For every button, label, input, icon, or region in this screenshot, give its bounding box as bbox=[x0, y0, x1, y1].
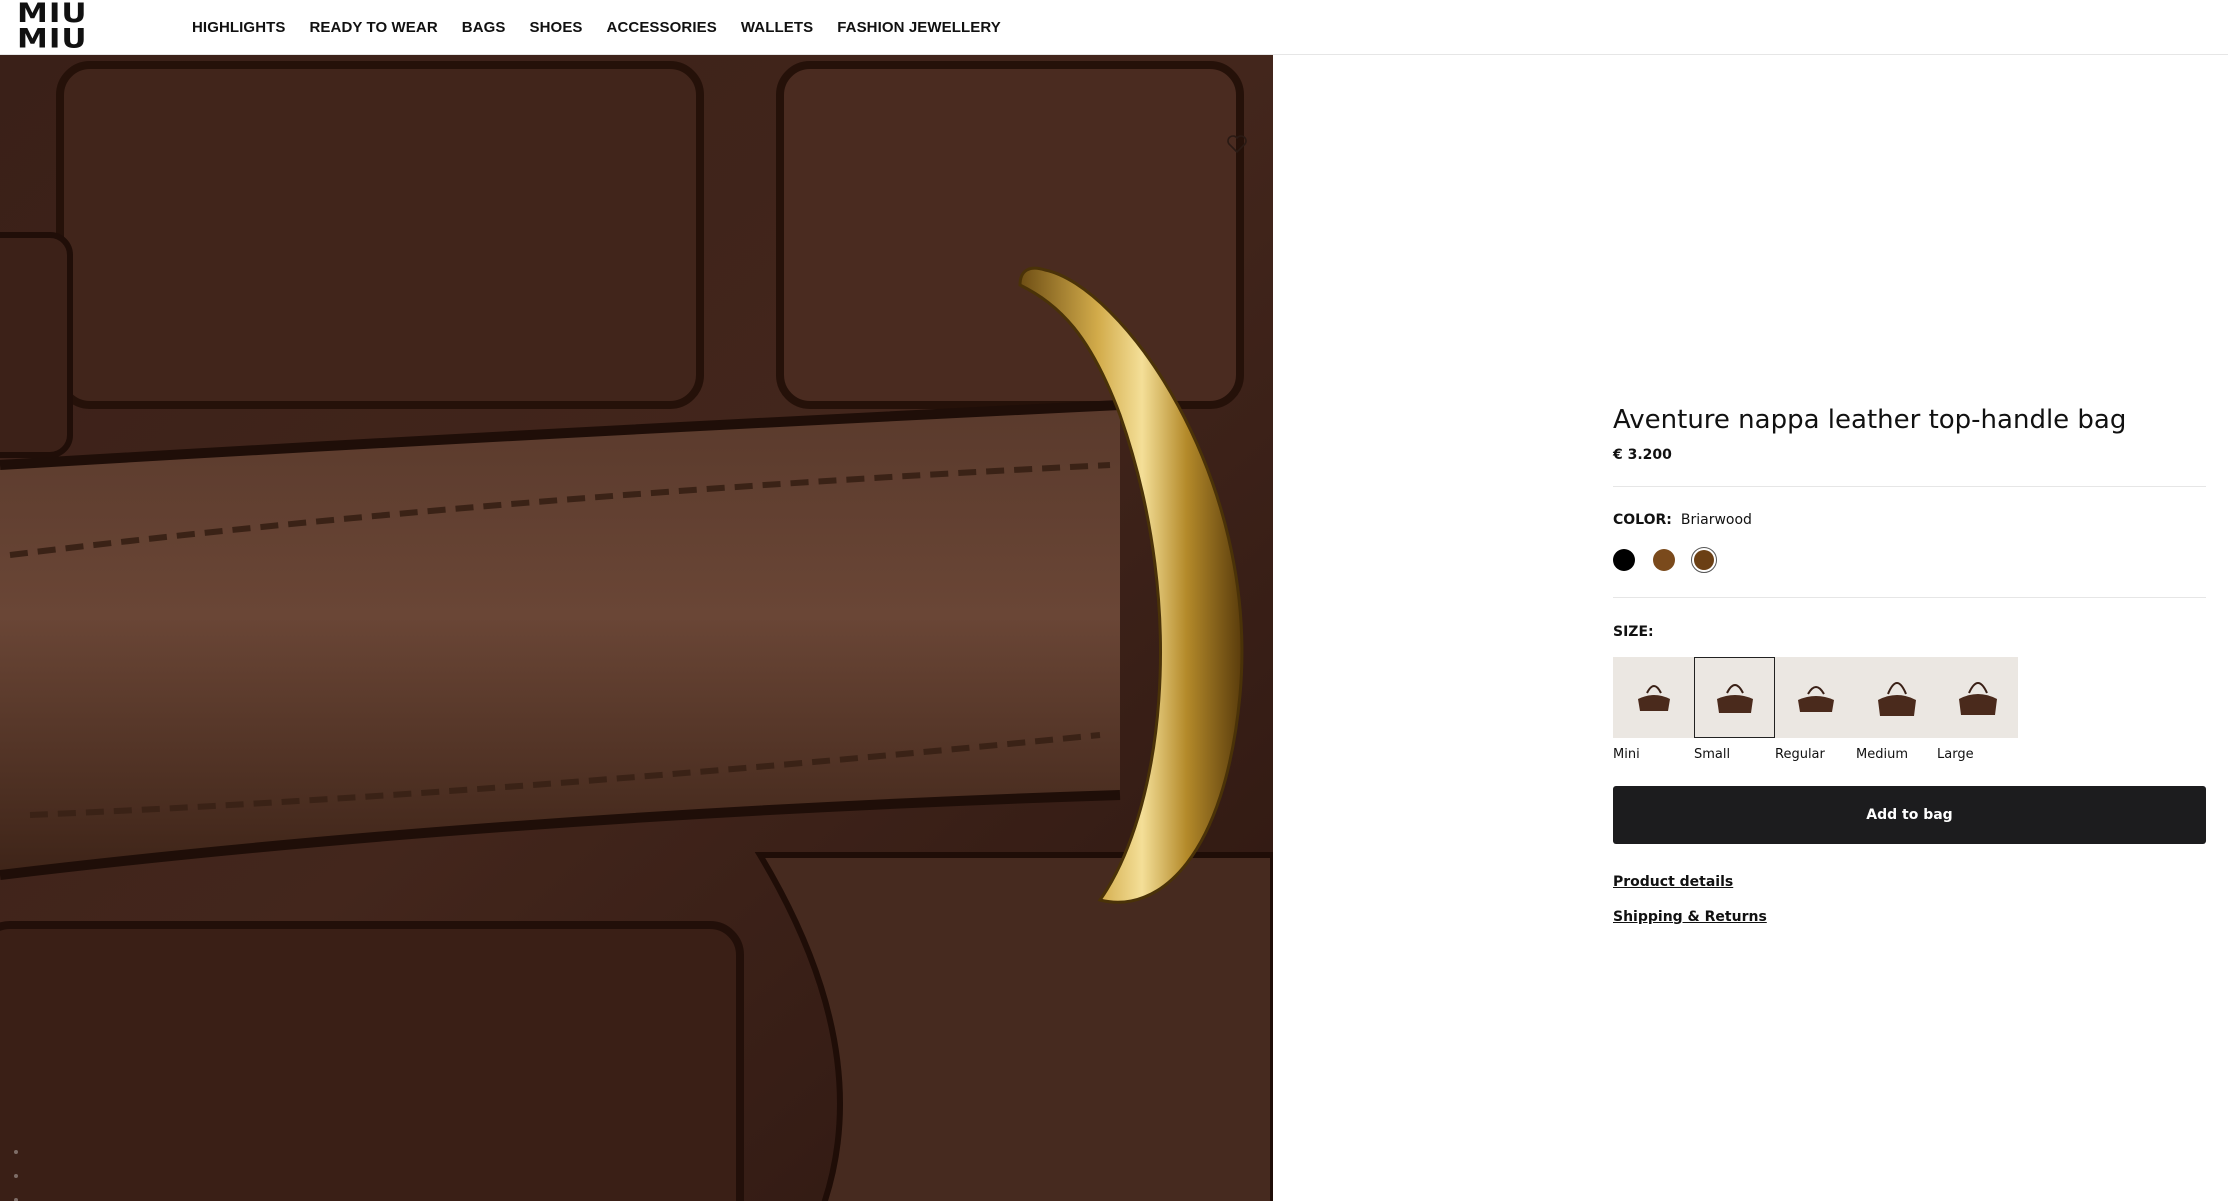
size-thumb bbox=[1694, 657, 1775, 738]
size-option-large[interactable]: Large bbox=[1937, 657, 2018, 762]
divider bbox=[1613, 486, 2206, 487]
nav-fashion-jewellery[interactable]: FASHION JEWELLERY bbox=[837, 19, 1001, 36]
gallery-dot[interactable] bbox=[14, 1174, 18, 1178]
product-image[interactable] bbox=[0, 55, 1273, 1201]
product-details-link[interactable]: Product details bbox=[1613, 874, 2206, 890]
nav-bags[interactable]: BAGS bbox=[462, 19, 506, 36]
gallery-dot[interactable] bbox=[14, 1150, 18, 1154]
divider bbox=[1613, 597, 2206, 598]
logo-text: MIU MIU bbox=[17, 0, 88, 55]
color-label: COLOR: bbox=[1613, 512, 1672, 528]
add-to-bag-button[interactable]: Add to bag bbox=[1613, 786, 2206, 844]
size-name: Medium bbox=[1856, 747, 1908, 762]
swatch-black[interactable] bbox=[1613, 549, 1635, 571]
size-options: Mini Small Regular Medium Large bbox=[1613, 657, 2206, 762]
size-thumb bbox=[1613, 657, 1694, 738]
miu-miu-logo[interactable]: MIU MIU bbox=[17, 0, 167, 52]
heart-icon[interactable] bbox=[1225, 132, 1249, 156]
size-name: Regular bbox=[1775, 747, 1825, 762]
size-option-mini[interactable]: Mini bbox=[1613, 657, 1694, 762]
nav-ready-to-wear[interactable]: READY TO WEAR bbox=[310, 19, 438, 36]
size-name: Large bbox=[1937, 747, 1974, 762]
nav-wallets[interactable]: WALLETS bbox=[741, 19, 813, 36]
size-option-regular[interactable]: Regular bbox=[1775, 657, 1856, 762]
product-price: € 3.200 bbox=[1613, 447, 1672, 463]
leather-strap-photo bbox=[0, 55, 1273, 1201]
nav-highlights[interactable]: HIGHLIGHTS bbox=[192, 19, 286, 36]
nav-shoes[interactable]: SHOES bbox=[530, 19, 583, 36]
color-selector-label: COLOR: Briarwood bbox=[1613, 512, 2206, 528]
size-thumb bbox=[1856, 657, 1937, 738]
size-option-small[interactable]: Small bbox=[1694, 657, 1775, 762]
size-name: Small bbox=[1694, 747, 1731, 762]
size-label: SIZE: bbox=[1613, 624, 1654, 640]
site-header: MIU MIU HIGHLIGHTS READY TO WEAR BAGS SH… bbox=[0, 0, 2228, 55]
size-option-medium[interactable]: Medium bbox=[1856, 657, 1937, 762]
main-nav: HIGHLIGHTS READY TO WEAR BAGS SHOES ACCE… bbox=[192, 0, 1025, 55]
size-name: Mini bbox=[1613, 747, 1640, 762]
product-title: Aventure nappa leather top-handle bag bbox=[1613, 405, 2127, 435]
nav-accessories[interactable]: ACCESSORIES bbox=[607, 19, 717, 36]
color-value: Briarwood bbox=[1680, 512, 1752, 528]
size-thumb bbox=[1937, 657, 2018, 738]
color-swatches bbox=[1613, 547, 2206, 573]
size-thumb bbox=[1775, 657, 1856, 738]
product-info: Aventure nappa leather top-handle bag € … bbox=[1613, 395, 2206, 925]
swatch-brown[interactable] bbox=[1653, 549, 1675, 571]
shipping-returns-link[interactable]: Shipping & Returns bbox=[1613, 909, 2206, 925]
swatch-briarwood[interactable] bbox=[1691, 547, 1717, 573]
gallery-pagination[interactable] bbox=[14, 1150, 20, 1201]
